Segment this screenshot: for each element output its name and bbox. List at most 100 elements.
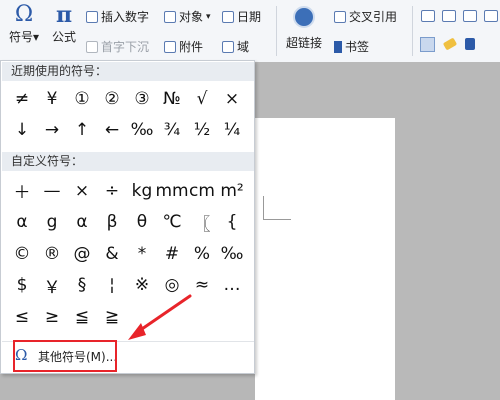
formula-button[interactable]: π 公式 bbox=[49, 4, 79, 45]
custom-symbol-cell[interactable]: kg bbox=[127, 175, 157, 207]
custom-symbol-cell[interactable]: ℃ bbox=[157, 207, 187, 239]
drop-cap-icon bbox=[86, 40, 98, 53]
bookmark-icon bbox=[334, 40, 342, 53]
custom-symbol-cell[interactable]: $ bbox=[7, 270, 37, 302]
attachment-label: 附件 bbox=[179, 40, 204, 54]
omega-icon: Ω bbox=[14, 2, 34, 27]
cross-ref-button[interactable]: 交叉引用 bbox=[334, 8, 397, 25]
custom-symbol-cell[interactable]: ≤ bbox=[7, 301, 37, 333]
recent-symbol-cell[interactable]: ↓ bbox=[7, 114, 37, 145]
custom-symbol-cell[interactable]: θ bbox=[127, 207, 157, 239]
ribbon-toolbar: Ω 符号▾ π 公式 插入数字 对象 ▾ 日期 首字下沉 附件 域 超链接 交叉… bbox=[0, 0, 500, 63]
textbox-icon[interactable] bbox=[421, 10, 435, 22]
cross-ref-icon bbox=[334, 10, 346, 23]
custom-symbol-cell[interactable]: × bbox=[67, 175, 97, 207]
form-icon[interactable] bbox=[484, 10, 498, 22]
field-icon bbox=[222, 40, 234, 53]
custom-symbol-cell[interactable]: # bbox=[157, 238, 187, 270]
recent-symbol-cell[interactable]: ¥ bbox=[37, 83, 67, 114]
formula-label: 公式 bbox=[51, 30, 76, 44]
recent-symbol-cell[interactable]: № bbox=[157, 83, 187, 114]
hyperlink-label: 超链接 bbox=[285, 36, 322, 50]
drop-cap-button: 首字下沉 bbox=[86, 38, 149, 55]
hyperlink-button[interactable]: 超链接 bbox=[284, 6, 324, 51]
lock-icon[interactable] bbox=[465, 38, 475, 50]
symbol-label: 符号▾ bbox=[8, 30, 40, 44]
bookmark-button[interactable]: 书签 bbox=[334, 38, 369, 55]
custom-symbol-cell[interactable]: & bbox=[97, 238, 127, 270]
list-icon[interactable] bbox=[463, 10, 477, 22]
page-margin-marker bbox=[263, 196, 291, 220]
recent-symbol-cell[interactable]: √ bbox=[187, 83, 217, 114]
custom-symbol-cell[interactable]: g bbox=[37, 207, 67, 239]
bookmark-label: 书签 bbox=[345, 40, 370, 54]
insert-number-button[interactable]: 插入数字 bbox=[86, 8, 149, 25]
custom-symbol-cell[interactable]: mm bbox=[155, 175, 188, 207]
custom-symbol-cell[interactable]: ® bbox=[37, 238, 67, 270]
design-mode-icon[interactable] bbox=[420, 37, 435, 52]
custom-symbol-cell[interactable]: ≈ bbox=[187, 270, 217, 302]
recent-symbol-cell[interactable]: ¾ bbox=[157, 114, 187, 145]
checkbox-icon[interactable] bbox=[442, 10, 456, 22]
custom-symbols-grid: ＋ — × ÷ kg mm cm m² α g α β θ ℃ 〖{© ® @ & * #% ‰ $ ￥ § ¦ ※ ◎ ≈… ≤ ≥ ≦ ≧ bbox=[7, 175, 247, 333]
custom-symbol-cell[interactable]: @ bbox=[67, 238, 97, 270]
number-icon bbox=[86, 10, 98, 23]
custom-symbol-cell[interactable]: cm bbox=[187, 175, 217, 207]
custom-symbol-cell[interactable]: % bbox=[187, 238, 217, 270]
recent-symbol-cell[interactable]: × bbox=[217, 83, 247, 114]
custom-symbol-cell[interactable]: β bbox=[97, 207, 127, 239]
custom-symbol-cell[interactable]: § bbox=[67, 270, 97, 302]
custom-symbol-cell[interactable]: ◎ bbox=[157, 270, 187, 302]
recent-symbol-cell[interactable]: → bbox=[37, 114, 67, 145]
drop-cap-label: 首字下沉 bbox=[101, 40, 150, 54]
date-button[interactable]: 日期 bbox=[222, 8, 261, 25]
custom-symbol-cell[interactable]: ≧ bbox=[97, 301, 127, 333]
recent-symbol-cell[interactable]: ≠ bbox=[7, 83, 37, 114]
custom-symbol-cell[interactable]: … bbox=[217, 270, 247, 302]
recent-symbols-grid: ≠ ¥ ① ② ③ № √ × ↓ → ↑ ← ‰ ¾ ½ ¼ bbox=[7, 83, 247, 145]
cross-ref-label: 交叉引用 bbox=[349, 10, 398, 24]
pi-icon: π bbox=[55, 2, 73, 28]
object-icon bbox=[164, 10, 176, 23]
object-button[interactable]: 对象 ▾ bbox=[164, 8, 211, 25]
custom-symbol-cell[interactable]: ¦ bbox=[97, 270, 127, 302]
symbol-button[interactable]: Ω 符号▾ bbox=[6, 4, 42, 45]
custom-symbol-cell[interactable]: ≦ bbox=[67, 301, 97, 333]
divider bbox=[276, 6, 277, 56]
custom-symbol-cell[interactable]: α bbox=[7, 207, 37, 239]
custom-symbol-cell[interactable]: ≥ bbox=[37, 301, 67, 333]
recent-symbol-cell[interactable]: ① bbox=[67, 83, 97, 114]
custom-symbol-cell[interactable]: * bbox=[127, 238, 157, 270]
recent-symbol-cell[interactable]: ↑ bbox=[67, 114, 97, 145]
custom-symbol-cell[interactable]: ※ bbox=[127, 270, 157, 302]
custom-symbol-cell[interactable]: ‰ bbox=[217, 238, 247, 270]
symbol-dropdown-panel: 近期使用的符号： ≠ ¥ ① ② ③ № √ × ↓ → ↑ ← ‰ ¾ ½ ¼ 自定义符号： ＋ — × ÷ kg m… bbox=[0, 60, 255, 374]
attachment-icon bbox=[164, 40, 176, 53]
calendar-icon bbox=[222, 10, 234, 23]
field-button[interactable]: 域 bbox=[222, 38, 249, 55]
recent-symbol-cell[interactable]: ③ bbox=[127, 83, 157, 114]
document-page[interactable] bbox=[255, 118, 395, 400]
recent-symbol-cell[interactable]: ‰ bbox=[127, 114, 157, 145]
custom-symbol-cell[interactable]: α bbox=[67, 207, 97, 239]
attachment-button[interactable]: 附件 bbox=[164, 38, 203, 55]
recent-symbol-cell[interactable]: ½ bbox=[187, 114, 217, 145]
recent-symbol-cell[interactable]: ¼ bbox=[217, 114, 247, 145]
recent-symbols-header: 近期使用的符号： bbox=[2, 62, 254, 81]
custom-symbol-cell[interactable]: ￥ bbox=[37, 270, 67, 302]
globe-icon bbox=[293, 6, 315, 28]
custom-symbol-cell[interactable]: { bbox=[217, 207, 247, 239]
custom-symbol-cell[interactable]: ÷ bbox=[97, 175, 127, 207]
chevron-down-icon: ▾ bbox=[206, 11, 211, 22]
custom-symbols-header: 自定义符号： bbox=[2, 152, 254, 171]
custom-symbol-cell[interactable]: — bbox=[37, 175, 67, 207]
field-label: 域 bbox=[237, 40, 250, 54]
recent-symbol-cell[interactable]: ← bbox=[97, 114, 127, 145]
custom-symbol-cell[interactable]: ＋ bbox=[7, 175, 37, 207]
custom-symbol-cell[interactable]: 〖 bbox=[187, 207, 217, 239]
custom-symbol-cell[interactable]: m² bbox=[217, 175, 247, 207]
recent-symbol-cell[interactable]: ② bbox=[97, 83, 127, 114]
eraser-icon[interactable] bbox=[442, 37, 458, 51]
custom-symbol-cell[interactable]: © bbox=[7, 238, 37, 270]
insert-number-label: 插入数字 bbox=[101, 10, 150, 24]
